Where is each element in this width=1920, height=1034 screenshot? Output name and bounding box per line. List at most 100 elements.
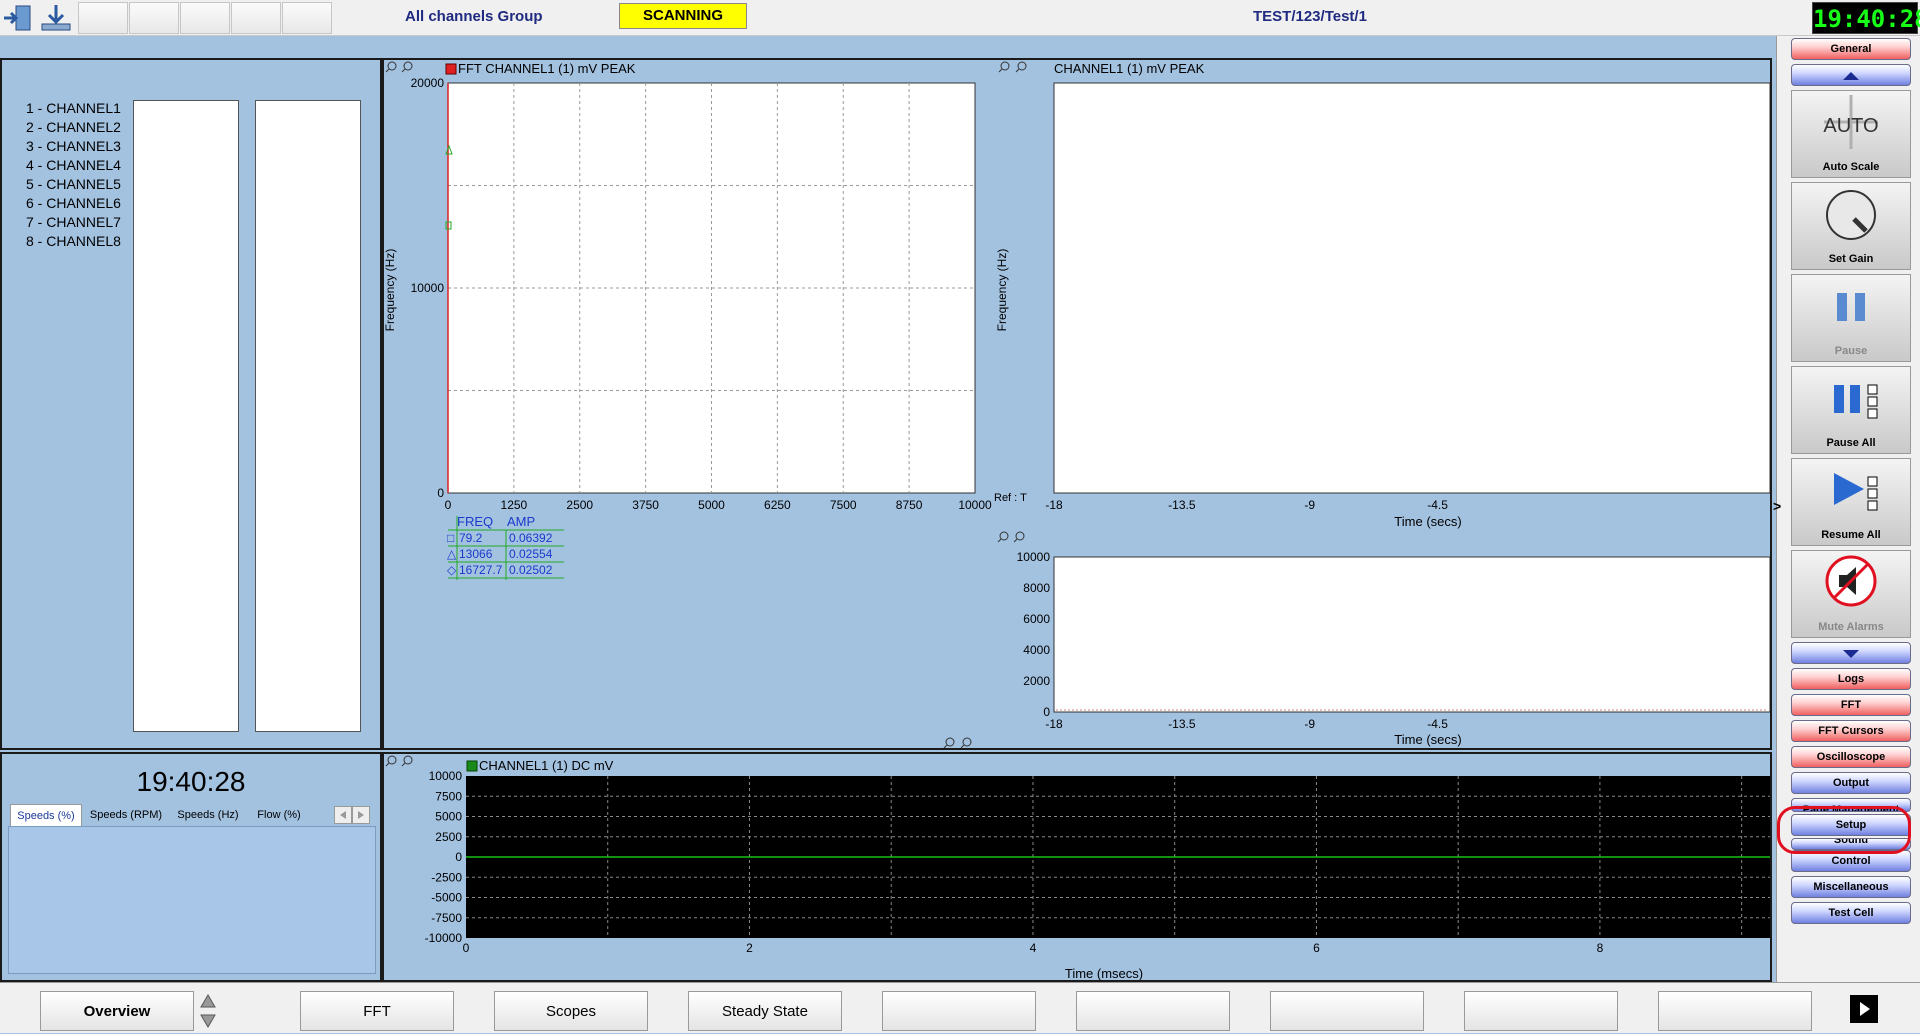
page-tab-fft[interactable]: FFT	[300, 991, 454, 1031]
menu-test-cell[interactable]: Test Cell	[1791, 902, 1911, 924]
y-tick-label: 2500	[435, 830, 462, 844]
channel-item[interactable]: 3 - CHANNEL3	[26, 138, 121, 154]
scope-xlabel: Time (msecs)	[1065, 966, 1143, 980]
menu-fft[interactable]: FFT	[1791, 694, 1911, 716]
page-tab-empty[interactable]	[1658, 991, 1812, 1031]
page-tab-steady-state[interactable]: Steady State	[688, 991, 842, 1031]
toolbar-slot-1[interactable]	[78, 2, 128, 34]
menu-logs[interactable]: Logs	[1791, 668, 1911, 690]
toolbar-slot-3[interactable]	[180, 2, 230, 34]
auto-scale-button[interactable]: AUTO Auto Scale	[1791, 90, 1911, 178]
tab-scroll-right-icon[interactable]	[352, 806, 370, 824]
x-tick-label: 0	[463, 941, 470, 955]
pause-all-button[interactable]: Pause All	[1791, 366, 1911, 454]
tab-speeds-percent[interactable]: Speeds (%)	[10, 804, 82, 826]
bar-graph-1	[133, 100, 239, 732]
y-tick-label: 4000	[1023, 643, 1050, 657]
play-arrow-icon	[1860, 1002, 1870, 1016]
resume-all-label: Resume All	[1821, 529, 1881, 541]
zoom-out-icon[interactable]	[401, 755, 413, 767]
page-scroll-icon[interactable]	[198, 991, 218, 1031]
y-tick-label: 7500	[435, 789, 462, 803]
toolbar-slot-4[interactable]	[231, 2, 281, 34]
general-button[interactable]: General	[1791, 38, 1911, 60]
menu-fft-cursors[interactable]: FFT Cursors	[1791, 720, 1911, 742]
x-tick-label: 6250	[764, 498, 791, 512]
pause-button[interactable]: Pause	[1791, 274, 1911, 362]
page-tab-overview[interactable]: Overview	[40, 991, 194, 1031]
channel-item[interactable]: 1 - CHANNEL1	[26, 100, 121, 116]
y-tick-label: 20000	[411, 76, 445, 90]
mute-alarms-button[interactable]: Mute Alarms	[1791, 550, 1911, 638]
zoom-in-icon[interactable]	[385, 755, 397, 767]
x-tick-label: 6	[1313, 941, 1320, 955]
page-tab-empty[interactable]	[882, 991, 1036, 1031]
x-tick-label: 5000	[698, 498, 725, 512]
history-x-ticks: -18 -13.5 -9 -4.5	[1045, 717, 1448, 731]
x-tick-label: -9	[1304, 717, 1315, 731]
zoom-out-icon[interactable]	[401, 61, 413, 73]
pause-label: Pause	[1834, 345, 1868, 357]
x-tick-label: -4.5	[1427, 717, 1448, 731]
exit-icon[interactable]	[2, 2, 36, 34]
x-tick-label: 7500	[830, 498, 857, 512]
menu-oscilloscope[interactable]: Oscilloscope	[1791, 746, 1911, 768]
channel-item[interactable]: 2 - CHANNEL2	[26, 119, 121, 135]
chevron-down-icon	[1843, 650, 1859, 658]
zoom-in-icon[interactable]	[943, 737, 955, 748]
expand-sidebar-arrow[interactable]: >	[1773, 498, 1781, 514]
download-icon[interactable]	[38, 2, 74, 34]
y-tick-label: 2000	[1023, 674, 1050, 688]
page-tab-empty[interactable]	[1076, 991, 1230, 1031]
tab-scroll-left-icon[interactable]	[334, 806, 352, 824]
series-color-swatch	[466, 760, 478, 772]
resume-all-button[interactable]: Resume All	[1791, 458, 1911, 546]
table-header-amp: AMP	[507, 514, 535, 529]
toolbar-slot-5[interactable]	[282, 2, 332, 34]
pause-icon	[1837, 293, 1865, 321]
set-gain-button[interactable]: Set Gain	[1791, 182, 1911, 270]
x-tick-label: 8	[1597, 941, 1604, 955]
tab-content	[8, 826, 376, 974]
tab-speeds-hz[interactable]: Speeds (Hz)	[170, 804, 246, 826]
channel-item[interactable]: 6 - CHANNEL6	[26, 195, 121, 211]
series-color-swatch	[445, 63, 457, 75]
scope-x-ticks: 0 2 4 6 8	[463, 941, 1604, 955]
x-tick-label: -4.5	[1427, 498, 1448, 512]
scroll-up-button[interactable]	[1791, 64, 1911, 86]
tab-flow-percent[interactable]: Flow (%)	[248, 804, 310, 826]
page-tab-empty[interactable]	[1270, 991, 1424, 1031]
x-tick-label: 10000	[958, 498, 992, 512]
channel-item[interactable]: 4 - CHANNEL4	[26, 157, 121, 173]
setup-highlight-ring	[1777, 806, 1911, 854]
y-tick-label: 0	[455, 850, 462, 864]
table-header-freq: FREQ	[457, 514, 493, 529]
tab-speeds-rpm[interactable]: Speeds (RPM)	[84, 804, 168, 826]
table-row: △ 13066 0.02554	[447, 547, 553, 561]
zoom-out-icon[interactable]	[1015, 61, 1027, 73]
y-tick-label: -2500	[431, 870, 462, 884]
history-plot-area	[1053, 556, 1770, 713]
zoom-in-icon[interactable]	[997, 531, 1009, 543]
zoom-in-icon[interactable]	[385, 61, 397, 73]
channel-item[interactable]: 5 - CHANNEL5	[26, 176, 121, 192]
ref-label: Ref : T	[994, 492, 1027, 504]
freq-value: 79.2	[459, 531, 483, 545]
menu-output[interactable]: Output	[1791, 772, 1911, 794]
toolbar-slot-2[interactable]	[129, 2, 179, 34]
y-tick-label: 0	[437, 486, 444, 500]
menu-miscellaneous[interactable]: Miscellaneous	[1791, 876, 1911, 898]
waterfall-ylabel: Frequency (Hz)	[995, 249, 1009, 332]
zoom-out-icon[interactable]	[960, 737, 972, 748]
scroll-down-button[interactable]	[1791, 642, 1911, 664]
channel-item[interactable]: 8 - CHANNEL8	[26, 233, 121, 249]
y-tick-label: -10000	[425, 931, 463, 945]
page-tab-empty[interactable]	[1464, 991, 1618, 1031]
next-page-button[interactable]	[1850, 995, 1878, 1023]
channel-item[interactable]: 7 - CHANNEL7	[26, 214, 121, 230]
zoom-in-icon[interactable]	[998, 61, 1010, 73]
x-tick-label: -9	[1304, 498, 1315, 512]
page-tab-scopes[interactable]: Scopes	[494, 991, 648, 1031]
speed-tabs: Speeds (%) Speeds (RPM) Speeds (Hz) Flow…	[10, 804, 374, 826]
zoom-out-icon[interactable]	[1013, 531, 1025, 543]
